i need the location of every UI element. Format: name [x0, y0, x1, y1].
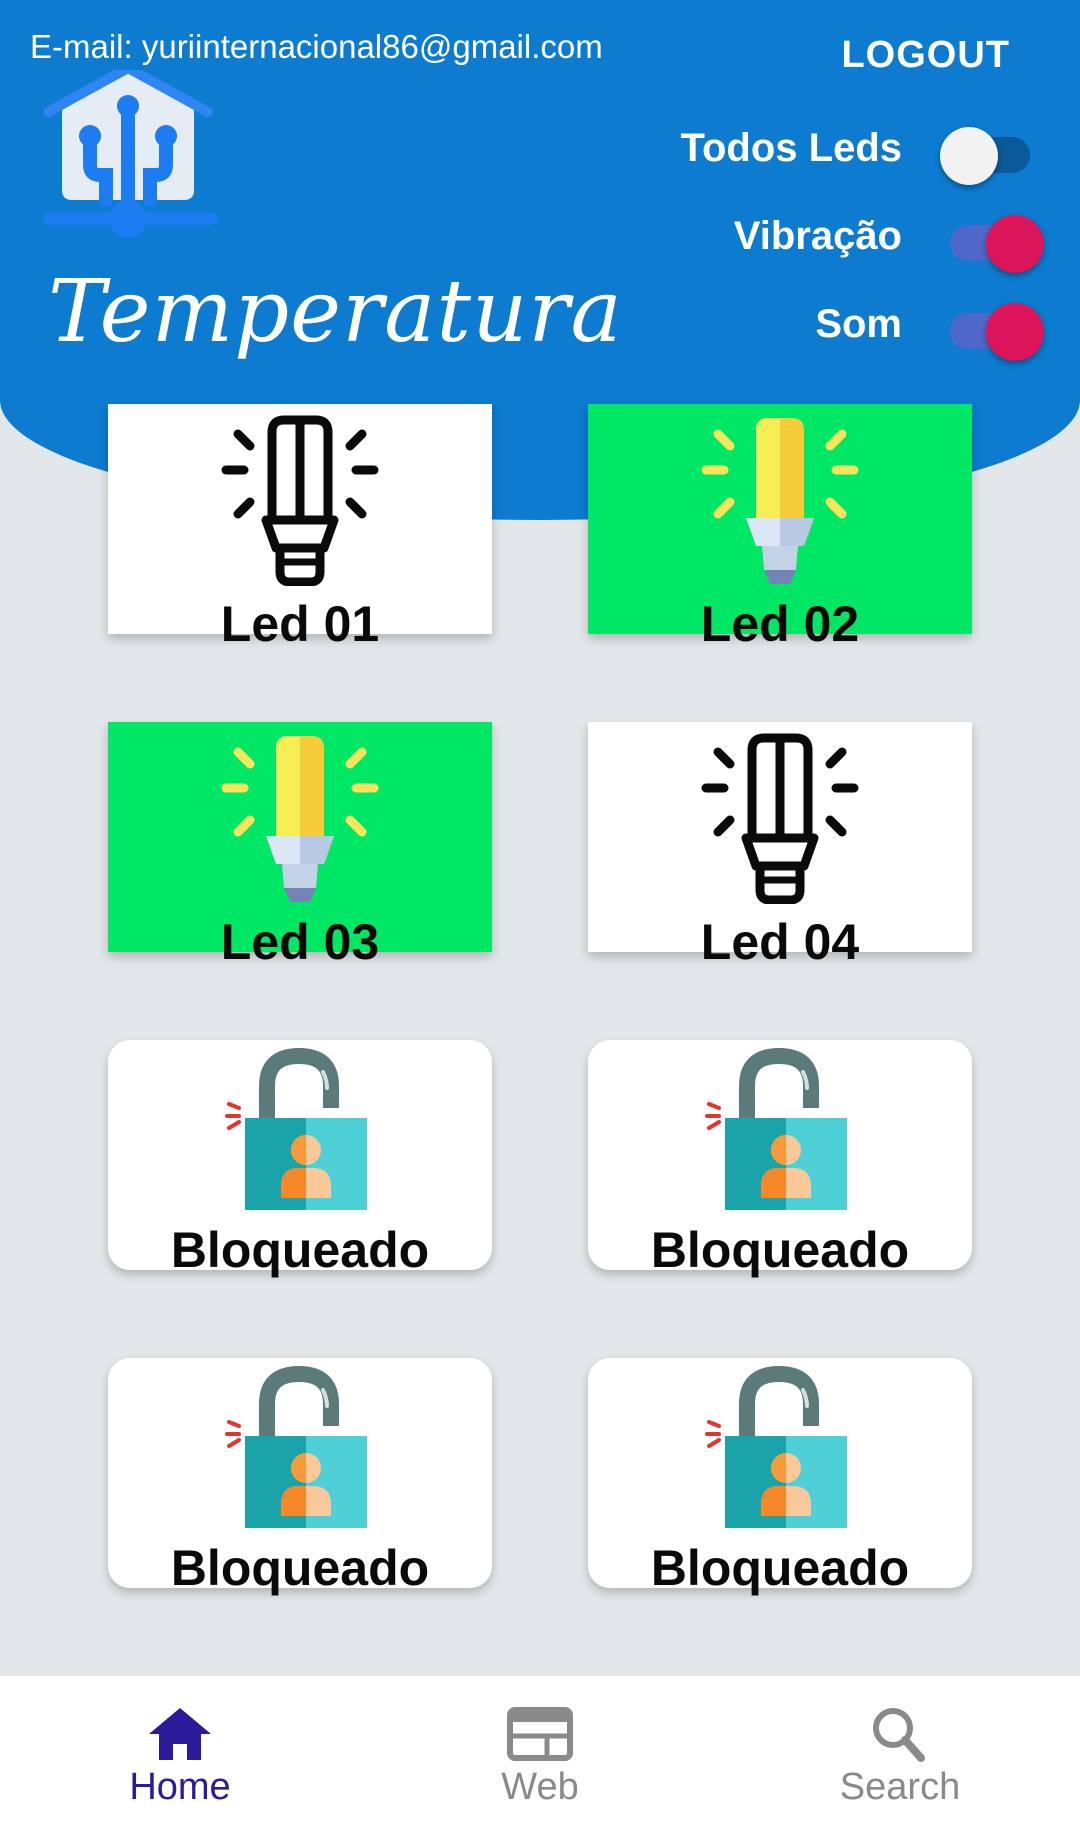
card-label: Bloqueado — [650, 1540, 910, 1596]
lock-user-icon — [225, 1046, 375, 1219]
bulb-on-icon — [700, 410, 860, 591]
toggle-label: Todos Leds — [680, 125, 902, 170]
card-label: Bloqueado — [170, 1222, 430, 1278]
toggle-som[interactable]: Som — [560, 284, 1044, 364]
bulb-on-icon — [220, 728, 380, 909]
lock-user-icon — [225, 1364, 375, 1537]
house-logo-icon — [42, 63, 256, 280]
web-icon — [507, 1707, 573, 1761]
bulb-off-icon — [220, 410, 380, 591]
card-label: Led 01 — [220, 596, 380, 652]
switch-thumb — [940, 127, 998, 185]
lock-user-icon — [705, 1046, 855, 1219]
logout-button[interactable]: LOGOUT — [841, 34, 1010, 77]
nav-label: Search — [839, 1766, 961, 1808]
locked-card[interactable]: Bloqueado — [108, 1358, 492, 1596]
led-card-03[interactable]: Led 03 — [108, 722, 492, 970]
lock-user-icon — [705, 1364, 855, 1537]
toggle-todos-leds[interactable]: Todos Leds — [560, 108, 1040, 188]
som-switch[interactable] — [940, 294, 1044, 361]
toggle-vibracao[interactable]: Vibração — [560, 196, 1044, 276]
locked-card[interactable]: Bloqueado — [588, 1040, 972, 1278]
card-label: Led 04 — [700, 914, 860, 970]
todos-leds-switch[interactable] — [940, 118, 1040, 185]
nav-label: Home — [129, 1766, 231, 1808]
toggle-label: Vibração — [733, 213, 902, 258]
app-title: Temperatura — [48, 262, 623, 362]
toggle-label: Som — [815, 301, 902, 346]
led-card-02[interactable]: Led 02 — [588, 404, 972, 652]
locked-card[interactable]: Bloqueado — [108, 1040, 492, 1278]
led-card-04[interactable]: Led 04 — [588, 722, 972, 970]
nav-search[interactable]: Search — [720, 1676, 1080, 1844]
nav-web[interactable]: Web — [360, 1676, 720, 1844]
card-label: Led 03 — [220, 914, 380, 970]
vibracao-switch[interactable] — [940, 206, 1044, 273]
card-label: Bloqueado — [170, 1540, 430, 1596]
nav-label: Web — [501, 1766, 579, 1808]
nav-home[interactable]: Home — [0, 1676, 360, 1844]
led-card-01[interactable]: Led 01 — [108, 404, 492, 652]
card-label: Led 02 — [700, 596, 860, 652]
bulb-off-icon — [700, 728, 860, 909]
bottom-navigation: Home Web Search — [0, 1676, 1080, 1844]
user-email: E-mail: yuriinternacional86@gmail.com — [30, 28, 603, 65]
locked-card[interactable]: Bloqueado — [588, 1358, 972, 1596]
search-icon — [873, 1708, 925, 1762]
card-label: Bloqueado — [650, 1222, 910, 1278]
home-icon — [149, 1708, 211, 1760]
switch-thumb — [986, 303, 1044, 361]
switch-thumb — [986, 215, 1044, 273]
